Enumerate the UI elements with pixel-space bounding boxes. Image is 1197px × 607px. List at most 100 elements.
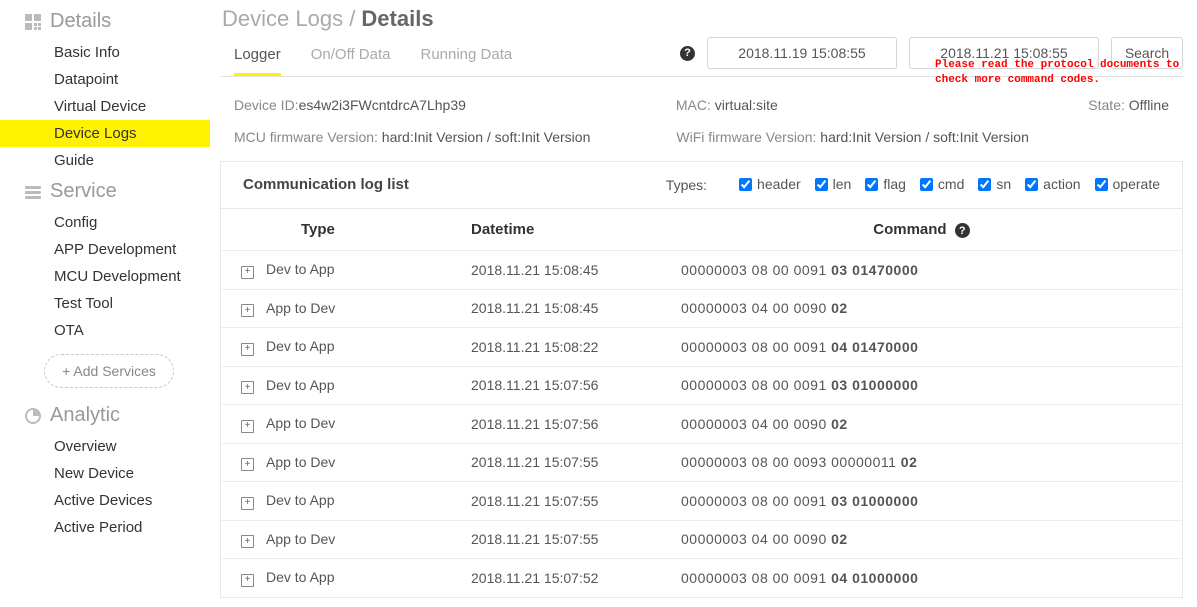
filter-operate[interactable]: operate [1095, 176, 1160, 192]
table-row: +App to Dev2018.11.21 15:07:5600000003 0… [221, 405, 1182, 444]
col-command: Command ? [661, 209, 1182, 251]
analytic-icon [24, 407, 42, 425]
row-command: 00000003 08 00 0091 03 01000000 [661, 366, 1182, 405]
sidebar-section-label: Service [50, 180, 117, 203]
row-command: 00000003 04 00 0090 02 [661, 289, 1182, 328]
expand-icon[interactable]: + [241, 343, 254, 356]
filter-checkbox-sn[interactable] [978, 178, 991, 191]
command-help-icon[interactable]: ? [955, 223, 970, 238]
breadcrumb-parent[interactable]: Device Logs [222, 6, 343, 31]
row-datetime: 2018.11.21 15:07:55 [451, 482, 661, 521]
sidebar-item-guide[interactable]: Guide [0, 147, 210, 174]
sidebar-item-overview[interactable]: Overview [0, 433, 210, 460]
device-id-label: Device ID: [234, 97, 299, 113]
sidebar-item-active-devices[interactable]: Active Devices [0, 487, 210, 514]
row-type: +App to Dev [221, 520, 451, 559]
filter-flag[interactable]: flag [865, 176, 906, 192]
protocol-note: Please read the protocol documents to ch… [935, 58, 1197, 88]
filter-len[interactable]: len [815, 176, 852, 192]
table-row: +Dev to App2018.11.21 15:07:5500000003 0… [221, 482, 1182, 521]
wifi-label: WiFi firmware Version: [676, 129, 816, 145]
row-datetime: 2018.11.21 15:07:55 [451, 443, 661, 482]
filter-checkbox-flag[interactable] [865, 178, 878, 191]
row-command: 00000003 08 00 0093 00000011 02 [661, 443, 1182, 482]
log-table: Type Datetime Command ? +Dev to App2018.… [221, 209, 1182, 597]
expand-icon[interactable]: + [241, 266, 254, 279]
filter-checkbox-cmd[interactable] [920, 178, 933, 191]
row-datetime: 2018.11.21 15:07:56 [451, 366, 661, 405]
sidebar-item-device-logs[interactable]: Device Logs [0, 120, 210, 147]
filter-cmd[interactable]: cmd [920, 176, 964, 192]
col-type: Type [221, 209, 451, 251]
state-value: Offline [1125, 97, 1169, 113]
row-type: +Dev to App [221, 328, 451, 367]
sidebar-section-service: Service [0, 174, 210, 209]
info-row-2: MCU firmware Version: hard:Init Version … [220, 129, 1183, 161]
sidebar-item-config[interactable]: Config [0, 209, 210, 236]
row-command: 00000003 08 00 0091 04 01000000 [661, 559, 1182, 597]
expand-icon[interactable]: + [241, 535, 254, 548]
sidebar-section-analytic: Analytic [0, 398, 210, 433]
table-row: +App to Dev2018.11.21 15:07:5500000003 0… [221, 520, 1182, 559]
row-type: +Dev to App [221, 559, 451, 597]
filter-action[interactable]: action [1025, 176, 1080, 192]
row-datetime: 2018.11.21 15:07:55 [451, 520, 661, 559]
sidebar-item-new-device[interactable]: New Device [0, 460, 210, 487]
card-header: Communication log list Types: header len… [221, 162, 1182, 209]
row-type: +App to Dev [221, 443, 451, 482]
sidebar-item-virtual-device[interactable]: Virtual Device [0, 93, 210, 120]
sidebar-item-app-development[interactable]: APP Development [0, 236, 210, 263]
help-icon[interactable]: ? [680, 46, 695, 61]
tab-logger[interactable]: Logger [234, 36, 281, 76]
type-filters: Types: header len flag cmd sn action ope… [666, 176, 1160, 194]
mac-label: MAC: [676, 97, 711, 113]
sidebar-section-details: Details [0, 4, 210, 39]
service-icon [24, 183, 42, 201]
sidebar-item-datapoint[interactable]: Datapoint [0, 66, 210, 93]
sidebar-item-active-period[interactable]: Active Period [0, 514, 210, 541]
log-card: Communication log list Types: header len… [220, 161, 1183, 598]
add-services-button[interactable]: + Add Services [44, 354, 174, 388]
date-from-input[interactable] [707, 37, 897, 69]
filter-checkbox-operate[interactable] [1095, 178, 1108, 191]
expand-icon[interactable]: + [241, 497, 254, 510]
row-command: 00000003 08 00 0091 03 01000000 [661, 482, 1182, 521]
row-type: +App to Dev [221, 289, 451, 328]
breadcrumb-current: Details [361, 6, 433, 31]
filter-checkbox-len[interactable] [815, 178, 828, 191]
expand-icon[interactable]: + [241, 304, 254, 317]
expand-icon[interactable]: + [241, 381, 254, 394]
row-type: +Dev to App [221, 366, 451, 405]
row-datetime: 2018.11.21 15:08:22 [451, 328, 661, 367]
row-type: +App to Dev [221, 405, 451, 444]
row-type: +Dev to App [221, 482, 451, 521]
info-row-1: Device ID:es4w2i3FWcntdrcA7Lhp39 MAC: vi… [220, 95, 1183, 129]
expand-icon[interactable]: + [241, 420, 254, 433]
filter-sn[interactable]: sn [978, 176, 1011, 192]
expand-icon[interactable]: + [241, 458, 254, 471]
row-type: +Dev to App [221, 251, 451, 290]
filter-header[interactable]: header [739, 176, 801, 192]
sidebar-section-label: Details [50, 10, 111, 33]
filter-checkbox-header[interactable] [739, 178, 752, 191]
types-label: Types: [666, 177, 707, 193]
table-row: +Dev to App2018.11.21 15:07:5200000003 0… [221, 559, 1182, 597]
tab-running-data[interactable]: Running Data [420, 36, 512, 76]
mcu-label: MCU firmware Version: [234, 129, 378, 145]
wifi-value: hard:Init Version / soft:Init Version [816, 129, 1028, 145]
sidebar-item-test-tool[interactable]: Test Tool [0, 290, 210, 317]
table-row: +Dev to App2018.11.21 15:08:2200000003 0… [221, 328, 1182, 367]
table-row: +App to Dev2018.11.21 15:07:5500000003 0… [221, 443, 1182, 482]
device-id-value: es4w2i3FWcntdrcA7Lhp39 [299, 97, 466, 113]
filter-checkbox-action[interactable] [1025, 178, 1038, 191]
sidebar-item-ota[interactable]: OTA [0, 317, 210, 344]
row-datetime: 2018.11.21 15:08:45 [451, 289, 661, 328]
expand-icon[interactable]: + [241, 574, 254, 587]
col-datetime: Datetime [451, 209, 661, 251]
sidebar: Details Basic InfoDatapointVirtual Devic… [0, 0, 210, 607]
row-datetime: 2018.11.21 15:07:56 [451, 405, 661, 444]
sidebar-item-basic-info[interactable]: Basic Info [0, 39, 210, 66]
sidebar-item-mcu-development[interactable]: MCU Development [0, 263, 210, 290]
row-command: 00000003 08 00 0091 04 01470000 [661, 328, 1182, 367]
tab-on-off-data[interactable]: On/Off Data [311, 36, 391, 76]
